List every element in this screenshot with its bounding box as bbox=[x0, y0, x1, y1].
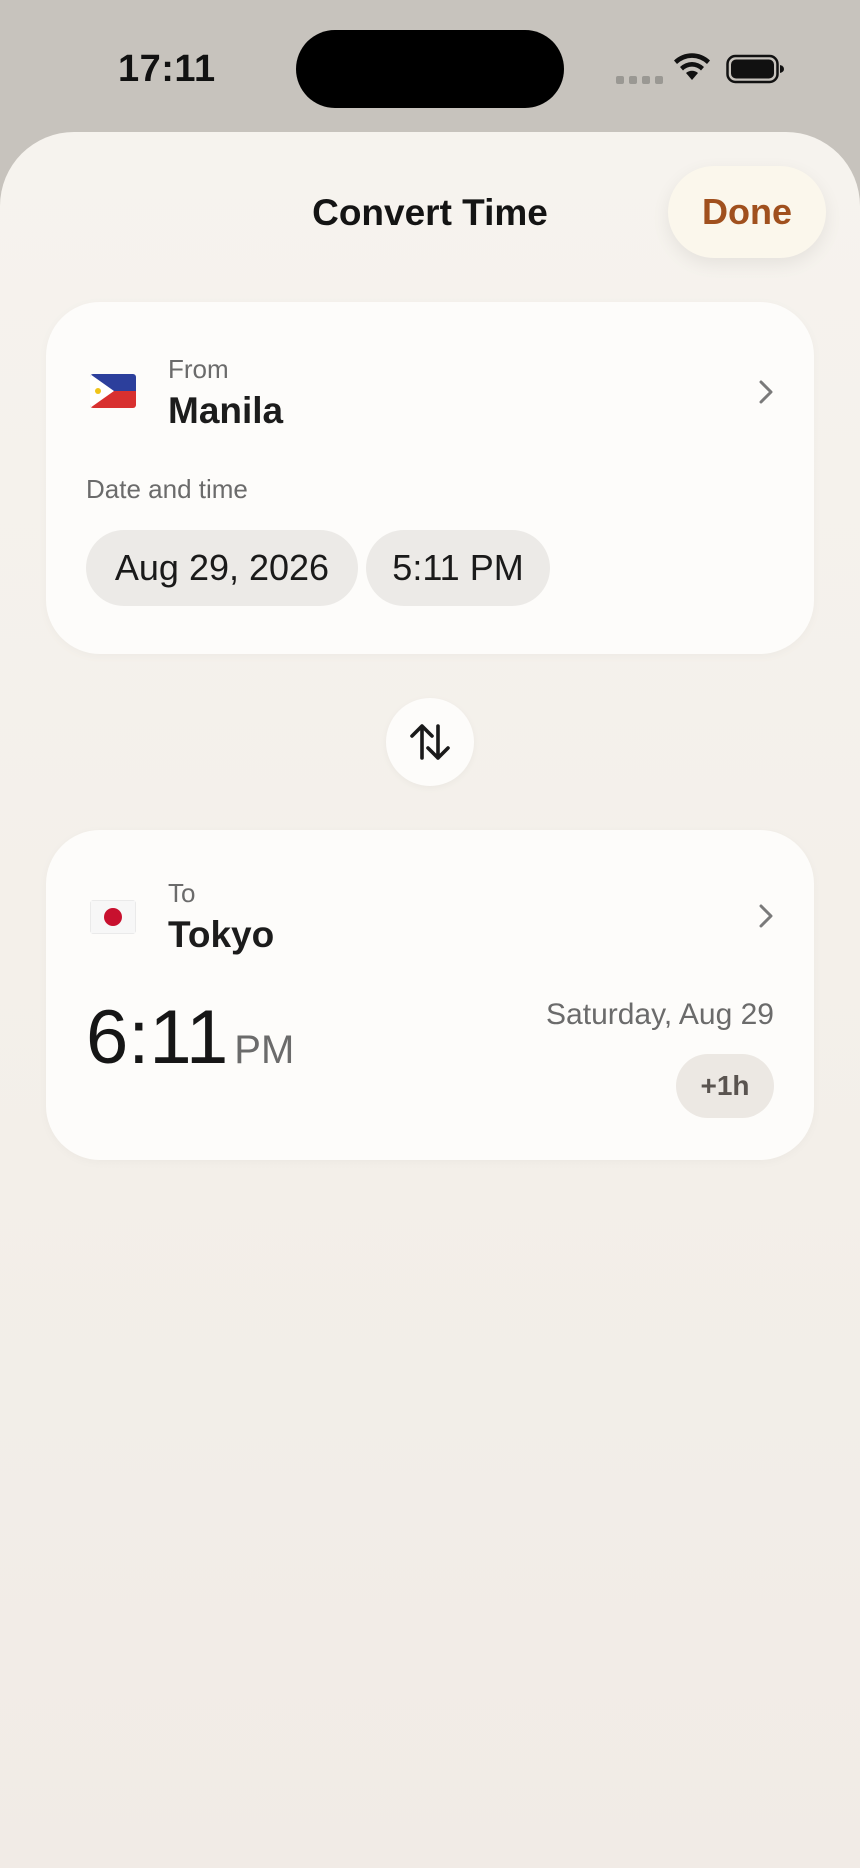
to-caption: To bbox=[168, 878, 196, 908]
from-caption: From bbox=[168, 354, 229, 384]
from-city-name: Manila bbox=[168, 390, 284, 431]
dynamic-island bbox=[296, 30, 564, 108]
time-offset-badge: +1h bbox=[676, 1054, 774, 1118]
philippines-flag-icon bbox=[90, 374, 136, 408]
date-picker-button[interactable]: Aug 29, 2026 bbox=[86, 530, 358, 606]
battery-icon bbox=[726, 54, 784, 84]
swap-vertical-icon bbox=[410, 724, 450, 760]
japan-flag-icon bbox=[90, 900, 136, 934]
to-card: To Tokyo 6:11 PM Saturday, Aug 29 +1h bbox=[46, 830, 814, 1160]
swap-button[interactable] bbox=[386, 698, 474, 786]
time-picker-button[interactable]: 5:11 PM bbox=[366, 530, 550, 606]
signal-icon bbox=[616, 76, 663, 84]
to-city-name: Tokyo bbox=[168, 914, 275, 955]
converted-time-value: 6:11 bbox=[86, 995, 229, 1080]
converted-time: 6:11 PM bbox=[86, 1000, 294, 1076]
status-bar: 17:11 bbox=[0, 0, 860, 132]
status-time: 17:11 bbox=[118, 48, 216, 90]
done-button[interactable]: Done bbox=[668, 166, 826, 258]
convert-time-sheet: Convert Time Done From Manila Date and t… bbox=[0, 132, 860, 1868]
converted-date: Saturday, Aug 29 bbox=[546, 998, 774, 1031]
converted-time-period: PM bbox=[234, 1028, 295, 1072]
wifi-icon bbox=[674, 53, 710, 80]
date-time-label: Date and time bbox=[86, 474, 248, 504]
chevron-right-icon bbox=[759, 904, 773, 928]
from-city-row[interactable]: From Manila bbox=[46, 302, 814, 442]
to-city-row[interactable]: To Tokyo bbox=[46, 830, 814, 970]
sheet-header: Convert Time Done bbox=[0, 132, 860, 272]
chevron-right-icon bbox=[759, 380, 773, 404]
